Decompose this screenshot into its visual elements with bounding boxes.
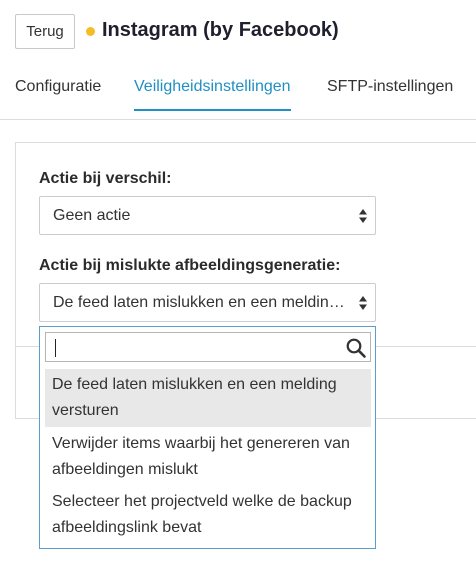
image-fail-action-label: Actie bij mislukte afbeeldingsgeneratie: [39, 257, 341, 274]
tab-sftp-instellingen[interactable]: SFTP-instellingen [327, 78, 453, 109]
diff-action-label: Actie bij verschil: [39, 170, 172, 187]
text-caret [55, 339, 56, 357]
status-dot [86, 27, 95, 36]
tab-configuratie[interactable]: Configuratie [15, 78, 101, 109]
diff-action-select[interactable]: Geen actie [39, 196, 376, 235]
image-fail-action-select[interactable]: De feed laten mislukken en een meldin… [39, 283, 376, 322]
dropdown-option-backup-field[interactable]: Selecteer het projectveld welke de backu… [45, 486, 371, 544]
image-fail-action-dropdown: De feed laten mislukken en een melding v… [39, 326, 376, 549]
back-button[interactable]: Terug [15, 14, 75, 49]
diff-action-value: Geen actie [53, 206, 131, 224]
page-title: Instagram (by Facebook) [102, 19, 339, 41]
tab-bar: Configuratie Veiligheidsinstellingen SFT… [0, 66, 476, 120]
tab-veiligheidsinstellingen[interactable]: Veiligheidsinstellingen [134, 78, 291, 111]
updown-arrows-icon [351, 284, 375, 321]
updown-arrows-icon [351, 197, 375, 234]
search-icon [345, 337, 367, 359]
dropdown-option-remove-items[interactable]: Verwijder items waarbij het genereren va… [45, 428, 371, 486]
dropdown-option-fail-feed[interactable]: De feed laten mislukken en een melding v… [45, 369, 371, 427]
dropdown-search-input[interactable] [45, 332, 371, 362]
image-fail-action-value: De feed laten mislukken en een meldin… [53, 293, 345, 311]
